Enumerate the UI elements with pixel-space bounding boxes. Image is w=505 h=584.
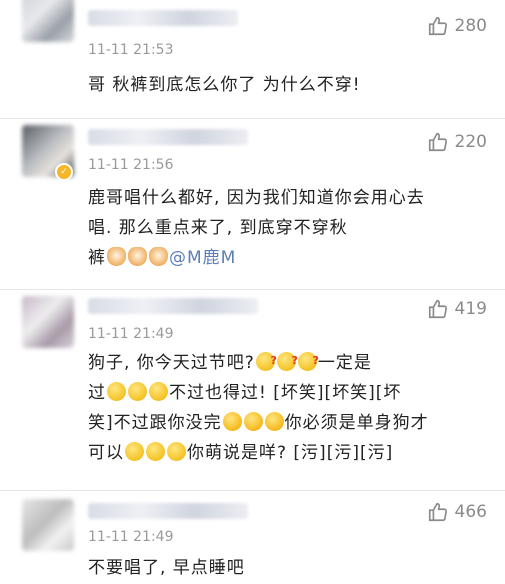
like-button[interactable]: 466 <box>427 501 487 523</box>
like-button[interactable]: 419 <box>427 298 487 320</box>
username-blurred[interactable] <box>88 10 238 26</box>
laugh-tears-emoji <box>264 412 284 431</box>
comment-item: 11-11 21:49 419 狗子, 你今天过节吧? 一定是 过 不过也得过! [… <box>0 290 505 490</box>
thumbs-up-icon <box>428 132 447 152</box>
thumbs-up-icon <box>428 16 447 36</box>
avatar[interactable] <box>22 296 74 348</box>
comment-item: ✓ 11-11 21:56 220 鹿哥唱什么都好, 因为我们知道你会用心去 唱… <box>0 119 505 289</box>
comment-time: 11-11 21:53 <box>88 42 174 58</box>
verified-badge-icon: ✓ <box>55 163 73 181</box>
comment-text-segment: 不过也得过! [坏笑][坏笑][坏 <box>169 383 402 403</box>
comment-text-line: 裤 @M鹿M <box>88 243 487 273</box>
comment-text-line: 唱. 那么重点来了, 到底穿不穿秋 <box>88 218 348 238</box>
comment-time: 11-11 21:49 <box>88 529 174 545</box>
smile-face-emoji <box>149 382 168 401</box>
like-count: 280 <box>454 16 487 36</box>
comment-text: 狗子, 你今天过节吧? 一定是 过 不过也得过! [坏笑][坏笑][坏 笑]不过跟你… <box>88 346 487 468</box>
avatar[interactable] <box>22 0 74 42</box>
comment-text: 哥 秋裤到底怎么你了 为什么不穿! <box>88 75 361 95</box>
username-blurred[interactable] <box>88 503 248 519</box>
comment-text: 不要唱了, 早点睡吧 <box>88 558 245 578</box>
laugh-tears-emoji <box>222 412 242 431</box>
comment-text-segment: 笑]不过跟你没完 <box>88 413 222 433</box>
comment-text-line: 可以 你萌说是咩? [污][污][污] <box>88 438 487 468</box>
comment-text-line: 鹿哥唱什么都好, 因为我们知道你会用心去 <box>88 188 425 208</box>
comment-time: 11-11 21:56 <box>88 157 174 173</box>
cat-face-emoji <box>128 247 147 266</box>
thumbs-up-icon <box>428 502 447 522</box>
smile-face-emoji <box>128 382 147 401</box>
like-button[interactable]: 220 <box>427 131 487 153</box>
comment-text-segment: 你必须是单身狗才 <box>284 413 429 433</box>
cat-face-emoji <box>149 247 168 266</box>
smile-face-emoji <box>125 442 144 461</box>
cat-face-emoji <box>107 247 126 266</box>
comment-item: 11-11 21:53 280 哥 秋裤到底怎么你了 为什么不穿! <box>0 0 505 118</box>
avatar[interactable] <box>22 499 74 551</box>
comment-text-line: 笑]不过跟你没完 你必须是单身狗才 <box>88 408 487 438</box>
smile-face-emoji <box>167 442 186 461</box>
confused-face-emoji <box>297 346 320 376</box>
comment-text-segment: 裤 <box>88 248 106 268</box>
laugh-tears-emoji <box>243 412 263 431</box>
smile-face-emoji <box>146 442 165 461</box>
comment-text-line: 过 不过也得过! [坏笑][坏笑][坏 <box>88 378 487 408</box>
thumbs-up-icon <box>428 299 447 319</box>
comment-time: 11-11 21:49 <box>88 326 174 342</box>
like-count: 419 <box>454 299 487 319</box>
comment-text-line: 狗子, 你今天过节吧? 一定是 <box>88 346 487 378</box>
confused-face-emoji <box>255 346 278 376</box>
like-count: 466 <box>454 502 487 522</box>
comment-text-segment: 狗子, 你今天过节吧? <box>88 353 255 373</box>
comment-text-segment: 一定是 <box>317 353 372 373</box>
like-button[interactable]: 280 <box>427 15 487 37</box>
username-blurred[interactable] <box>88 129 248 145</box>
user-mention-link[interactable]: @M鹿M <box>169 248 236 268</box>
comment-text-segment: 过 <box>88 383 106 403</box>
comment-text-segment: 可以 <box>88 443 124 463</box>
smile-face-emoji <box>107 382 126 401</box>
comment-feed: 11-11 21:53 280 哥 秋裤到底怎么你了 为什么不穿! ✓ 11-1… <box>0 0 505 584</box>
username-blurred[interactable] <box>88 298 258 314</box>
like-count: 220 <box>454 132 487 152</box>
comment-item: 11-11 21:49 466 不要唱了, 早点睡吧 <box>0 491 505 584</box>
comment-text: 鹿哥唱什么都好, 因为我们知道你会用心去 唱. 那么重点来了, 到底穿不穿秋 裤… <box>88 183 487 273</box>
comment-text-segment: 你萌说是咩? [污][污][污] <box>187 443 394 463</box>
confused-face-emoji <box>276 346 299 376</box>
